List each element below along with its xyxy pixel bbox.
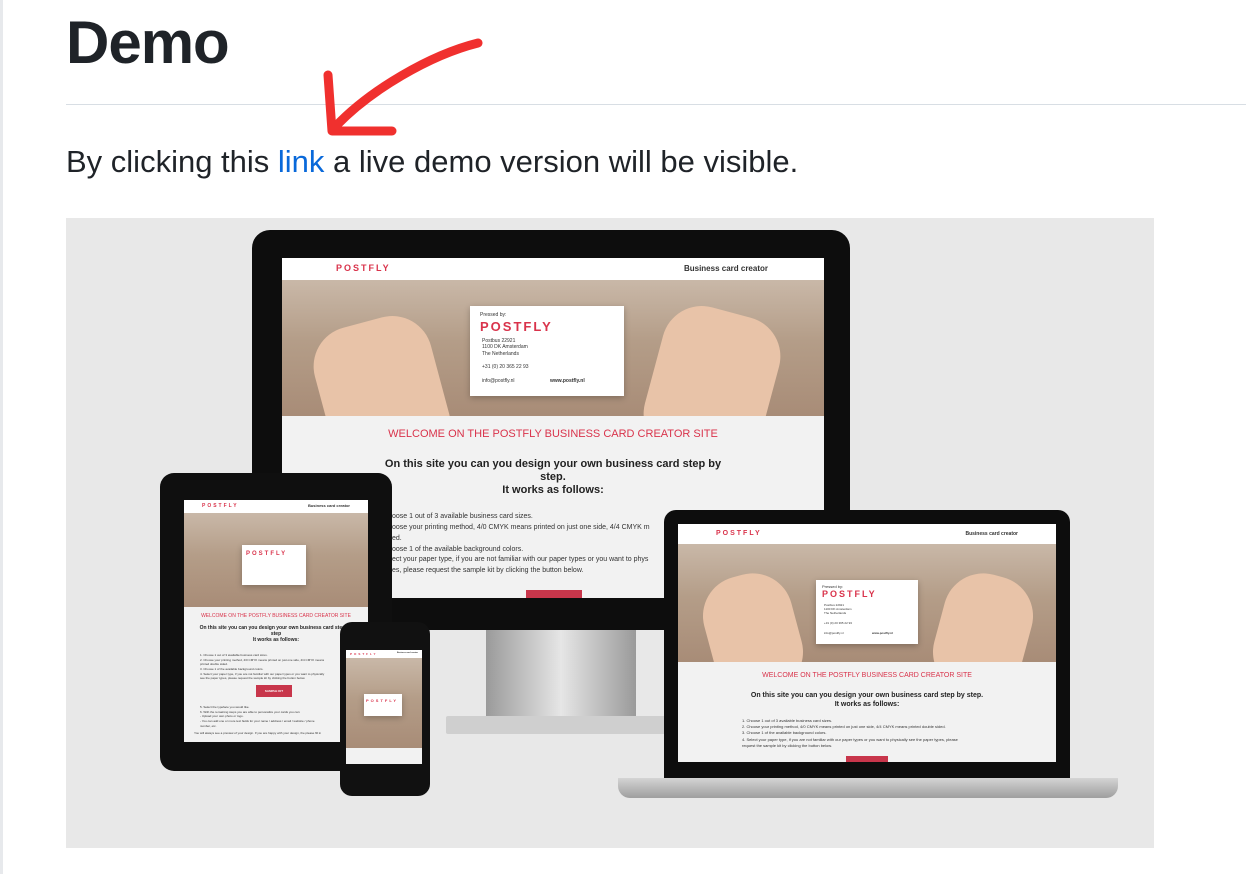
heading-divider (66, 104, 1246, 105)
laptop-description-2: It works as follows: (834, 701, 900, 708)
page-title: Demo (66, 9, 230, 76)
desktop-header-title: Business card creator (683, 264, 768, 273)
responsive-devices-mockup: POSTFLY Business card creator Pressed by… (66, 218, 1154, 848)
left-border (0, 0, 3, 874)
desktop-logo: POSTFLY (336, 263, 391, 273)
laptop-screen: POSTFLY Business card creator Pressed by… (678, 524, 1056, 762)
intro-text-after: a live demo version will be visible. (324, 144, 799, 179)
intro-paragraph: By clicking this link a live demo versio… (66, 144, 798, 180)
phone-screen: POSTFLY Business card creator POSTFLY (346, 650, 422, 764)
desktop-welcome-heading: WELCOME ON THE POSTFLY BUSINESS CARD CRE… (388, 428, 718, 440)
desktop-business-card: Pressed by: POSTFLY Postbus 22921 1100 D… (470, 306, 624, 396)
demo-link[interactable]: link (278, 144, 325, 179)
laptop-steps-list: 1. Choose 1 out of 3 available business … (742, 718, 958, 748)
red-arrow-annotation (323, 38, 483, 136)
laptop-welcome-heading: WELCOME ON THE POSTFLY BUSINESS CARD CRE… (762, 672, 972, 679)
intro-text-before: By clicking this (66, 144, 278, 179)
laptop-description-1: On this site you can you design your own… (750, 692, 984, 699)
tablet-sample-kit-button: SAMPLE KIT (256, 685, 292, 697)
desktop-steps-list: oose 1 out of 3 available business card … (392, 513, 650, 575)
